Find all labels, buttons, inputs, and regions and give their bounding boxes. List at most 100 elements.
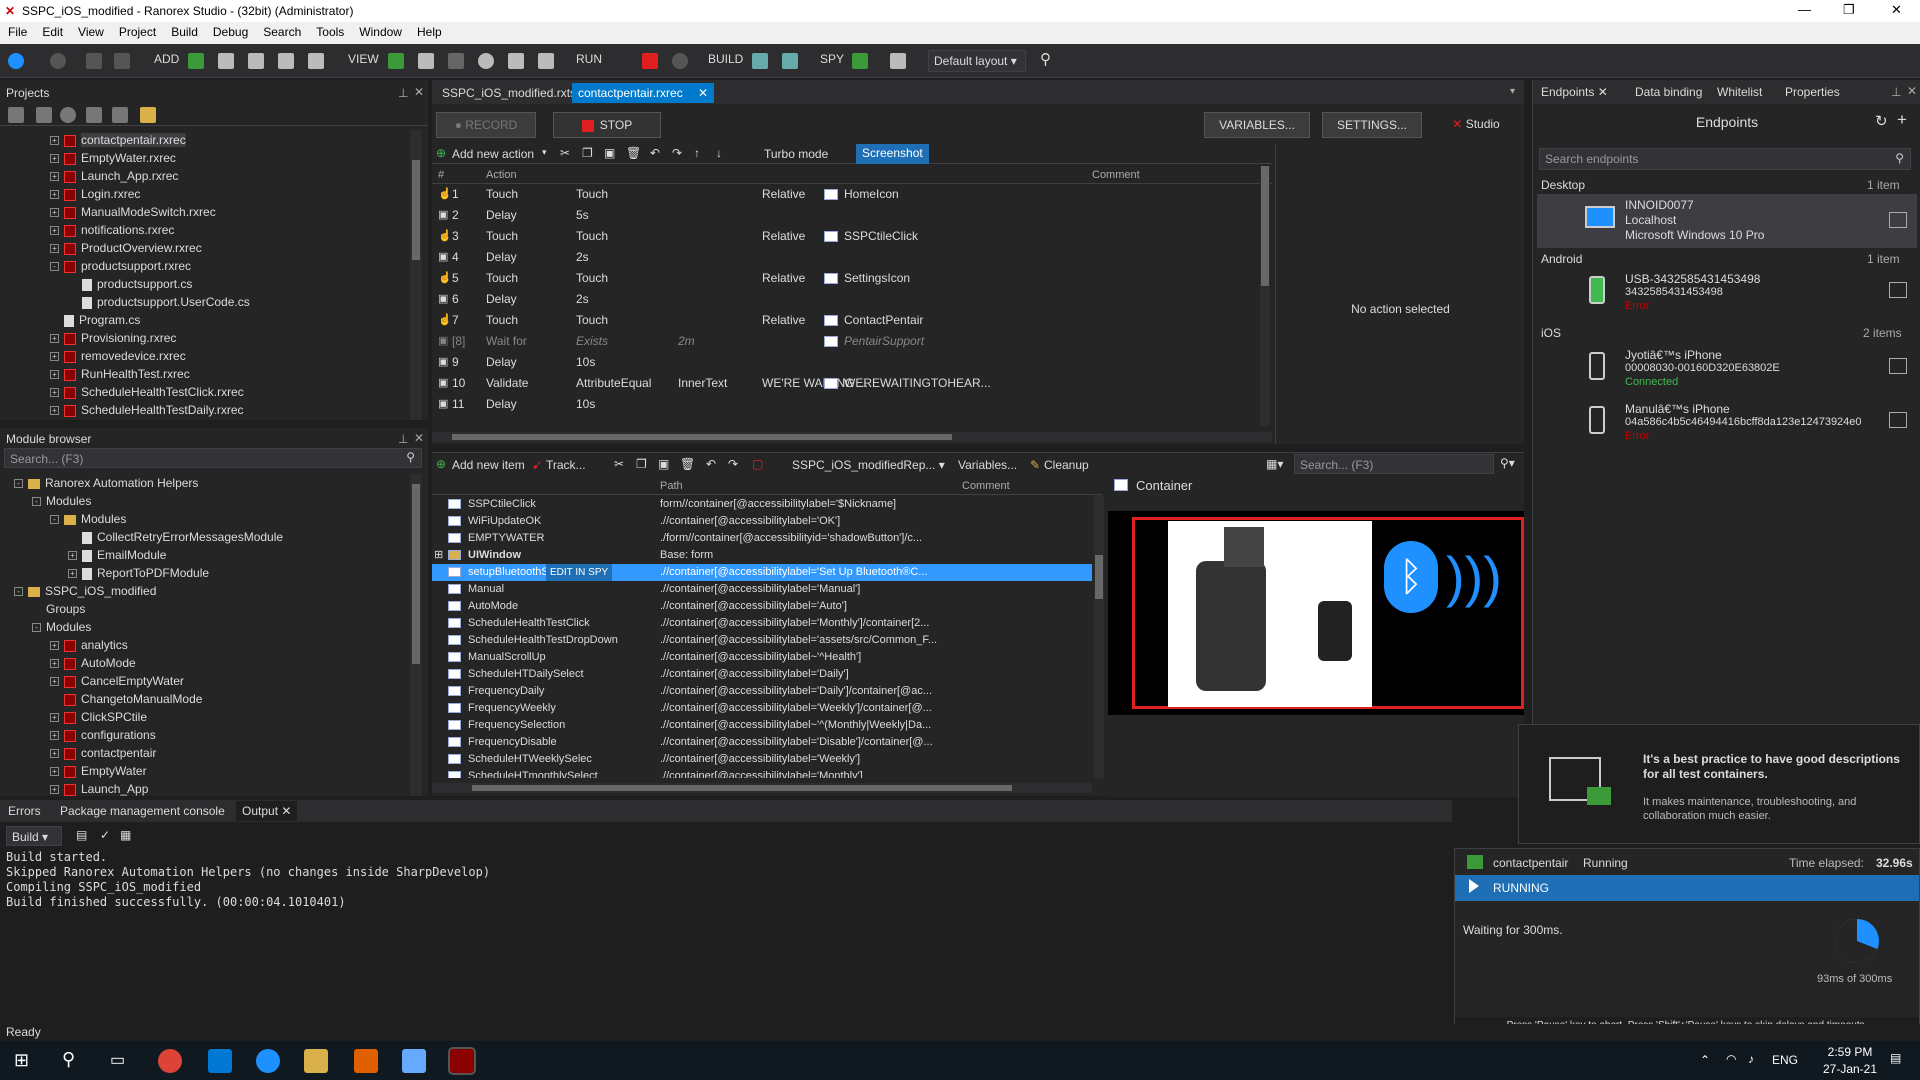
tab-package-console[interactable]: Package management console — [54, 801, 231, 821]
repo-row[interactable]: ScheduleHTmonthlySelect .//container[@acc… — [432, 768, 1092, 778]
language-indicator[interactable]: ENG — [1772, 1053, 1798, 1067]
tree-item[interactable]: + EmptyWater — [14, 762, 404, 780]
close-tab-icon[interactable]: ✕ — [698, 83, 708, 103]
config-icon[interactable] — [538, 53, 554, 69]
tree-item[interactable]: Program.cs — [50, 311, 410, 329]
tree-item[interactable]: + EmailModule — [14, 546, 404, 564]
tree-item[interactable]: + ProductOverview.rxrec — [50, 239, 410, 257]
undo-icon[interactable]: ↶ — [706, 457, 716, 471]
tree-item[interactable]: productsupport.cs — [50, 275, 410, 293]
turbo-mode-button[interactable]: Turbo mode — [764, 147, 828, 161]
action-item[interactable]: PentairSupport — [844, 331, 924, 352]
tree-item[interactable]: - Modules — [14, 510, 404, 528]
add-suite-icon[interactable] — [308, 53, 324, 69]
repo-row[interactable]: ManualScrollUp .//container[@accessibilit… — [432, 649, 1092, 666]
forward-icon[interactable] — [50, 53, 66, 69]
edit-in-spy-button[interactable]: EDIT IN SPY — [546, 564, 613, 581]
menu-search[interactable]: Search — [255, 22, 308, 39]
volume-icon[interactable]: ♪ — [1748, 1052, 1754, 1066]
action-row[interactable]: ▣ 10 Validate AttributeEqual InnerText WE'RE … — [432, 373, 1272, 394]
expand-icon[interactable]: + — [50, 659, 59, 669]
expand-icon[interactable]: + — [50, 406, 59, 416]
delete-icon[interactable]: 🗑 — [626, 146, 641, 160]
expand-icon[interactable]: + — [50, 749, 59, 759]
repo-row[interactable]: ScheduleHealthTestDropDown .//container[@… — [432, 632, 1092, 649]
search-icon[interactable]: ⚲ — [62, 1049, 75, 1070]
endpoint-menu-icon[interactable] — [1889, 282, 1907, 298]
track-button[interactable]: Track... — [546, 458, 586, 472]
expand-icon[interactable]: + — [50, 136, 59, 146]
expand-icon[interactable]: + — [50, 208, 59, 218]
expand-icon[interactable]: + — [50, 731, 59, 741]
chrome-icon[interactable] — [158, 1049, 182, 1073]
menu-help[interactable]: Help — [409, 22, 449, 39]
app-s-icon[interactable] — [354, 1049, 378, 1073]
layout-settings-icon[interactable] — [890, 53, 906, 69]
task-view-icon[interactable]: ▭ — [110, 1050, 125, 1070]
tree-item[interactable]: + notifications.rxrec — [50, 221, 410, 239]
expand-icon[interactable]: - — [14, 479, 23, 489]
repo-row[interactable]: setupBluetoothS... EDIT IN SPY .//containe… — [432, 564, 1092, 581]
move-up-icon[interactable]: ↑ — [694, 146, 700, 160]
search-icon[interactable]: ⚲ — [1040, 50, 1051, 68]
expand-icon[interactable]: + — [50, 785, 59, 795]
show-all-icon[interactable] — [86, 107, 102, 123]
action-h-scrollbar[interactable] — [432, 432, 1272, 442]
endpoint-desktop[interactable]: INNOID0077 Localhost Microsoft Windows 1… — [1537, 194, 1917, 248]
debug-icon[interactable] — [672, 53, 688, 69]
menu-window[interactable]: Window — [351, 22, 409, 39]
redo-icon[interactable]: ↷ — [672, 146, 682, 160]
delete-icon[interactable]: 🗑 — [680, 457, 695, 471]
view3-icon[interactable] — [448, 53, 464, 69]
tree-item[interactable]: + ReportToPDFModule — [14, 564, 404, 582]
open-folder-icon[interactable] — [140, 107, 156, 123]
repo-row[interactable]: ScheduleHTWeeklySelec .//container[@acces… — [432, 751, 1092, 768]
repository-dropdown[interactable]: SSPC_iOS_modifiedRep... ▾ — [792, 458, 945, 472]
tree-item[interactable]: ChangetoManualMode — [14, 690, 404, 708]
wifi-icon[interactable]: ◠ — [1726, 1052, 1736, 1066]
tree-item[interactable]: - Modules — [14, 492, 404, 510]
close-panel-icon[interactable]: ✕ — [1907, 84, 1917, 98]
add-label[interactable]: ADD — [154, 52, 179, 66]
expand-icon[interactable]: + — [50, 154, 59, 164]
tree-item[interactable]: + Launch_App — [14, 780, 404, 798]
expand-icon[interactable]: + — [50, 388, 59, 398]
expand-icon[interactable]: + — [50, 352, 59, 362]
expand-icon[interactable]: - — [32, 623, 41, 633]
repo-row[interactable]: WiFiUpdateOK .//container[@accessibilityl… — [432, 513, 1092, 530]
expand-icon[interactable]: ⊞ — [434, 547, 443, 564]
tree-item[interactable]: + AutoMode — [14, 654, 404, 672]
rebuild-icon[interactable] — [782, 53, 798, 69]
expand-icon[interactable]: + — [68, 551, 77, 561]
repo-row[interactable]: FrequencyDisable .//container[@accessibil… — [432, 734, 1092, 751]
screenshot-button[interactable]: Screenshot — [856, 144, 929, 164]
action-item[interactable]: HomeIcon — [844, 184, 899, 205]
menu-file[interactable]: File — [0, 22, 34, 39]
wrap-icon[interactable]: ▦ — [120, 828, 131, 842]
module-search-input[interactable]: Search... (F3) ⚲ — [4, 448, 422, 468]
action-row[interactable]: ▣ [8] Wait for Exists 2m PentairSupport — [432, 331, 1272, 352]
repo-row[interactable]: EMPTYWATER ./form//container[@accessibili… — [432, 530, 1092, 547]
settings-icon[interactable] — [478, 53, 494, 69]
add-action-dropdown-icon[interactable]: ▾ — [542, 147, 547, 158]
undo-icon[interactable]: ↶ — [650, 146, 660, 160]
expand-icon[interactable]: + — [50, 713, 59, 723]
shield-icon[interactable] — [508, 53, 524, 69]
copy-icon[interactable]: ❐ — [636, 457, 647, 471]
highlight-icon[interactable]: ▢ — [752, 457, 763, 471]
view-icon[interactable] — [388, 53, 404, 69]
ranorex-taskbar-icon[interactable] — [448, 1047, 476, 1075]
expand-icon[interactable]: - — [14, 587, 23, 597]
refresh-icon[interactable] — [60, 107, 76, 123]
tree-item[interactable]: + RunHealthTest.rxrec — [50, 365, 410, 383]
variables-button[interactable]: Variables... — [958, 458, 1017, 472]
add-test-icon[interactable] — [278, 53, 294, 69]
action-item[interactable]: ContactPentair — [844, 310, 923, 331]
tree-item[interactable]: + ClickSPCtile — [14, 708, 404, 726]
tree-item[interactable]: + Provisioning.rxrec — [50, 329, 410, 347]
search-icon[interactable]: ⚲ — [1895, 151, 1904, 165]
variables-button[interactable]: VARIABLES... — [1204, 112, 1310, 138]
pause-play-icon[interactable] — [1469, 879, 1479, 893]
action-row[interactable]: ☝ 3 Touch Touch Relative SSPCtileClick — [432, 226, 1272, 247]
tree-item[interactable]: + CancelEmptyWater — [14, 672, 404, 690]
